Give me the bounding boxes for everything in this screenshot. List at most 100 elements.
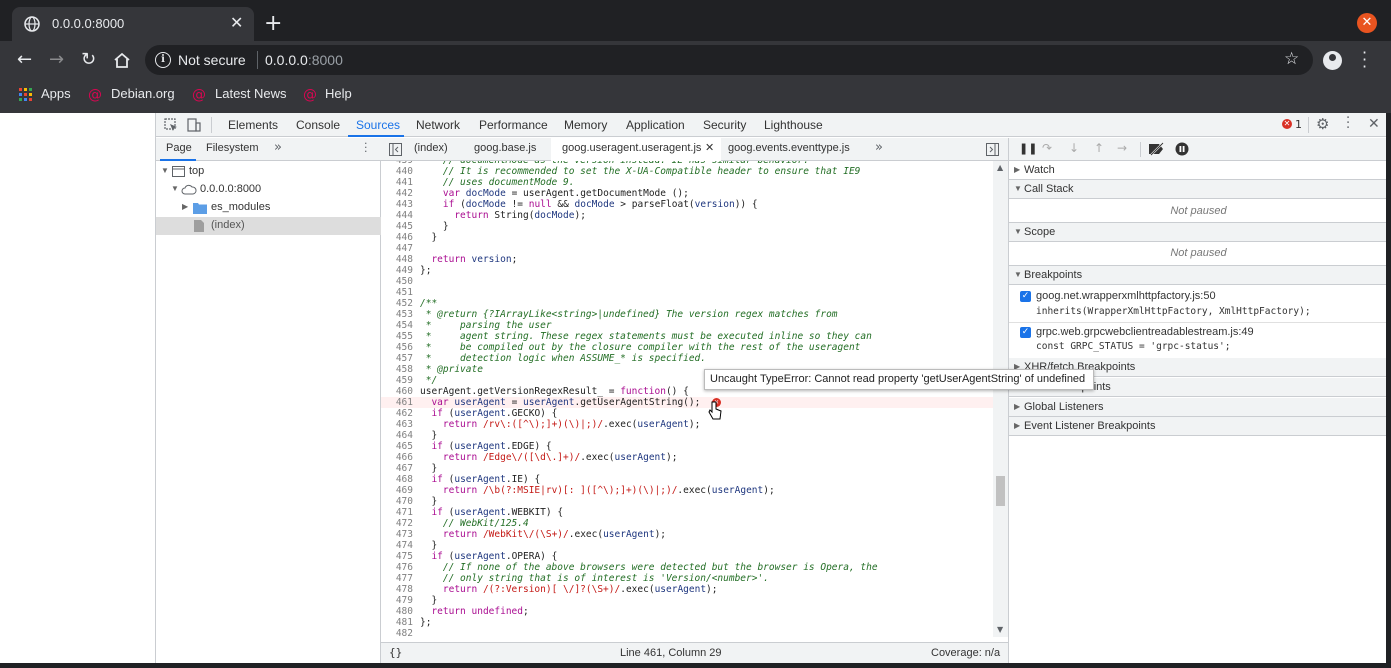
tab-application[interactable]: Application: [626, 118, 685, 132]
close-tab-icon[interactable]: ✕: [230, 15, 243, 31]
settings-gear-icon[interactable]: ⚙: [1316, 115, 1329, 133]
device-toggle-icon[interactable]: [187, 118, 201, 132]
devtools-tabbar: Elements Console Sources Network Perform…: [156, 112, 1387, 137]
tree-item-es-modules[interactable]: ▶ es_modules: [156, 199, 381, 217]
bookmark-help[interactable]: Help: [325, 86, 352, 101]
error-tooltip: Uncaught TypeError: Cannot read property…: [704, 369, 1094, 390]
browser-menu-icon[interactable]: · · ·: [1362, 45, 1367, 75]
breakpoint-checkbox[interactable]: ✓: [1020, 291, 1031, 302]
deactivate-breakpoints-icon[interactable]: [1148, 142, 1166, 156]
hand-cursor-icon: [708, 401, 722, 420]
browser-tab[interactable]: 0.0.0.0:8000 ✕: [12, 7, 254, 41]
editor-status-bar: {} Line 461, Column 29 Coverage: n/a: [381, 642, 1008, 663]
pause-on-exceptions-icon[interactable]: [1175, 142, 1189, 156]
bookmark-apps[interactable]: Apps: [41, 86, 71, 101]
tree-item-index[interactable]: (index): [156, 217, 381, 235]
breakpoint-code: inherits(WrapperXmlHttpFactory, XmlHttpF…: [1036, 306, 1311, 317]
tab-lighthouse[interactable]: Lighthouse: [764, 118, 823, 132]
breakpoint-code: const GRPC_STATUS = 'grpc-status';: [1036, 341, 1231, 352]
cursor-position: Line 461, Column 29: [620, 647, 722, 659]
divider: [1009, 322, 1388, 323]
editor-tab-goog-base[interactable]: goog.base.js: [474, 142, 536, 154]
section-watch[interactable]: ▶ Watch: [1009, 161, 1388, 180]
tab-filesystem[interactable]: Filesystem: [206, 142, 259, 154]
profile-avatar-icon[interactable]: [1323, 51, 1342, 70]
section-event-listener-breakpoints[interactable]: ▶ Event Listener Breakpoints: [1009, 417, 1388, 436]
editor-tab-index[interactable]: (index): [414, 142, 448, 154]
window-close-button[interactable]: ✕: [1357, 13, 1377, 33]
section-scope[interactable]: ▼ Scope: [1009, 223, 1388, 242]
error-icon[interactable]: ✕: [1282, 119, 1292, 129]
tree-item-top[interactable]: ▼ top: [156, 163, 381, 181]
devtools-panel: Elements Console Sources Network Perform…: [155, 112, 1388, 663]
debian-swirl-icon: @: [192, 87, 206, 103]
tab-sources[interactable]: Sources: [356, 118, 400, 132]
more-tabs-icon[interactable]: »: [875, 140, 883, 155]
error-count[interactable]: 1: [1295, 118, 1302, 131]
breakpoint-file[interactable]: grpc.web.grpcwebclientreadablestream.js:…: [1036, 326, 1254, 338]
code-area[interactable]: 439 // documentMode as the version inste…: [381, 161, 993, 637]
tab-network[interactable]: Network: [416, 118, 460, 132]
pause-icon[interactable]: ❚❚: [1019, 142, 1037, 155]
window-frame: [0, 663, 1391, 668]
tab-memory[interactable]: Memory: [564, 118, 607, 132]
active-tab-indicator: [160, 159, 196, 161]
pretty-print-button[interactable]: {}: [389, 646, 402, 659]
forward-arrow-icon[interactable]: →: [49, 51, 64, 69]
info-icon[interactable]: i: [155, 52, 171, 68]
editor-tab-eventtype[interactable]: goog.events.eventtype.js: [728, 142, 850, 154]
reload-icon[interactable]: ↻: [81, 51, 96, 69]
window-frame: [1386, 113, 1391, 663]
breakpoint-checkbox[interactable]: ✓: [1020, 327, 1031, 338]
url-text[interactable]: 0.0.0.0:8000: [265, 52, 343, 68]
tab-security[interactable]: Security: [703, 118, 746, 132]
new-tab-button[interactable]: +: [264, 13, 282, 35]
scroll-up-icon[interactable]: ▲: [997, 163, 1003, 172]
close-file-icon[interactable]: ✕: [705, 141, 714, 154]
breakpoint-file[interactable]: goog.net.wrapperxmlhttpfactory.js:50: [1036, 290, 1216, 302]
navigator-tabs: Page Filesystem » · · ·: [156, 138, 381, 161]
step-out-icon[interactable]: ↑: [1094, 141, 1104, 155]
editor-scrollbar[interactable]: ▲ ▼: [993, 161, 1008, 637]
page-content: [12, 113, 155, 663]
expand-arrow-icon[interactable]: ▼: [161, 166, 169, 175]
scope-status: Not paused: [1170, 247, 1227, 259]
section-breakpoints[interactable]: ▼ Breakpoints: [1009, 266, 1388, 285]
call-stack-status: Not paused: [1170, 205, 1227, 217]
file-icon: [194, 220, 204, 232]
scrollbar-thumb[interactable]: [996, 476, 1005, 506]
navigator-menu-icon[interactable]: · · ·: [364, 138, 368, 157]
section-call-stack[interactable]: ▼ Call Stack: [1009, 180, 1388, 199]
tab-page[interactable]: Page: [166, 142, 192, 154]
bookmark-debian[interactable]: Debian.org: [111, 86, 175, 101]
section-global-listeners[interactable]: ▶ Global Listeners: [1009, 398, 1388, 417]
editor-tab-active[interactable]: goog.useragent.useragent.js ✕: [551, 138, 721, 161]
debian-swirl-icon: @: [303, 87, 317, 103]
inspect-element-icon[interactable]: [164, 118, 178, 132]
browser-toolbar: ← → ↻ i Not secure 0.0.0.0:8000 ☆ · · ·: [0, 41, 1391, 79]
step-icon[interactable]: →: [1117, 141, 1127, 155]
bookmark-latest-news[interactable]: Latest News: [215, 86, 287, 101]
close-devtools-icon[interactable]: ✕: [1368, 116, 1380, 132]
security-label: Not secure: [178, 52, 246, 68]
toggle-debugger-icon[interactable]: [986, 143, 999, 156]
bookmark-star-icon[interactable]: ☆: [1284, 49, 1299, 69]
scroll-down-icon[interactable]: ▼: [997, 625, 1003, 634]
tab-performance[interactable]: Performance: [479, 118, 548, 132]
tree-item-origin[interactable]: ▼ 0.0.0.0:8000: [156, 181, 381, 199]
tab-console[interactable]: Console: [296, 118, 340, 132]
address-bar[interactable]: i Not secure 0.0.0.0:8000 ☆: [145, 45, 1313, 75]
toggle-navigator-icon[interactable]: [389, 143, 402, 156]
coverage-status: Coverage: n/a: [931, 647, 1001, 659]
more-tabs-icon[interactable]: »: [274, 140, 282, 155]
expand-arrow-icon[interactable]: ▼: [171, 184, 179, 193]
devtools-menu-icon[interactable]: · · ·: [1346, 112, 1350, 135]
expand-arrow-icon[interactable]: ▶: [182, 202, 188, 211]
tab-elements[interactable]: Elements: [228, 118, 278, 132]
back-arrow-icon[interactable]: ←: [17, 51, 32, 69]
step-into-icon[interactable]: ↓: [1069, 141, 1079, 155]
step-over-icon[interactable]: ↷: [1042, 141, 1052, 155]
frame-icon: [172, 166, 185, 177]
bookmarks-bar: Apps @ Debian.org @ Latest News @ Help: [0, 79, 1391, 113]
home-icon[interactable]: [113, 52, 131, 69]
